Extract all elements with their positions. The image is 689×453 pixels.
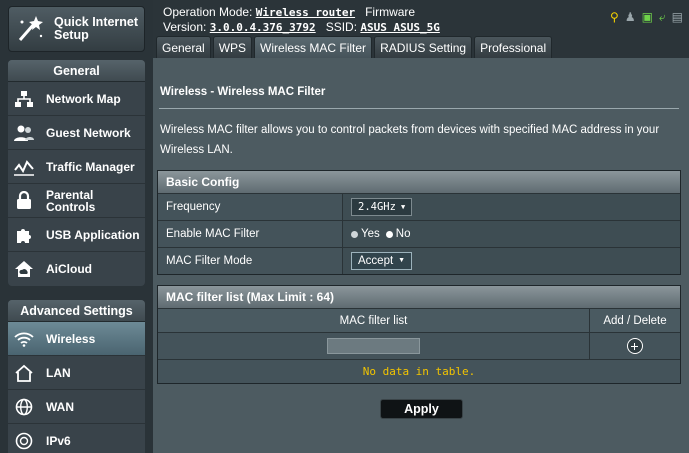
main-content: Wireless - Wireless MAC Filter Wireless … — [153, 58, 689, 453]
general-header: General — [8, 60, 145, 82]
usb-icon[interactable]: ▣ — [642, 10, 653, 25]
tab-general[interactable]: General — [156, 36, 211, 58]
radio-selected-icon — [385, 230, 393, 238]
mac-list-column-headers: MAC filter list Add / Delete — [158, 308, 680, 332]
page-title: Wireless - Wireless MAC Filter — [160, 86, 326, 98]
nav-label: WAN — [46, 399, 74, 414]
nav-wan[interactable]: WAN — [8, 390, 145, 424]
frequency-row: Frequency 2.4GHz ▼ — [158, 193, 680, 220]
dropdown-arrow-icon: ▼ — [400, 203, 406, 211]
mac-filter-mode-row: MAC Filter Mode Accept ▼ — [158, 247, 680, 274]
enable-mac-filter-label: Enable MAC Filter — [158, 221, 343, 247]
mac-filter-mode-value: Accept — [358, 255, 394, 267]
advanced-settings-header: Advanced Settings — [8, 300, 145, 322]
mac-filter-mode-label: MAC Filter Mode — [158, 248, 343, 274]
quick-internet-setup-label: Quick Internet Setup — [54, 15, 139, 42]
key-icon[interactable]: ⚲ — [610, 10, 619, 25]
guest-users-icon — [14, 123, 34, 143]
general-menu: General Network Map Guest Network Traffi… — [8, 60, 145, 286]
internet-arrow-icon[interactable]: ⤶ — [659, 10, 666, 25]
op-mode-label: Operation Mode: — [163, 5, 253, 19]
lock-icon — [14, 191, 34, 211]
nav-label: AiCloud — [46, 262, 92, 276]
dropdown-arrow-icon: ▼ — [398, 257, 406, 264]
nav-ipv6[interactable]: IPv6 — [8, 424, 145, 453]
cloud-house-icon — [14, 259, 34, 279]
ipv6-globe-icon — [14, 431, 34, 451]
advanced-settings-menu: Advanced Settings Wireless LAN WAN IPv6 — [8, 300, 145, 453]
nav-parental-controls[interactable]: Parental Controls — [8, 184, 145, 218]
nav-label: LAN — [46, 365, 71, 380]
enable-mac-filter-row: Enable MAC Filter Yes No — [158, 220, 680, 247]
firmware-label: Firmware — [365, 5, 416, 19]
nav-label: Network Map — [46, 91, 121, 106]
frequency-value: 2.4GHz — [358, 201, 396, 213]
globe-icon — [14, 397, 34, 417]
radio-yes-label: Yes — [361, 228, 380, 240]
mac-address-input[interactable] — [327, 338, 420, 354]
nav-label: Wireless — [46, 331, 96, 346]
wifi-icon — [14, 329, 34, 349]
tab-wireless-mac-filter[interactable]: Wireless MAC Filter — [254, 36, 373, 58]
radio-yes[interactable]: Yes — [351, 228, 380, 240]
radio-no-label: No — [395, 228, 411, 240]
col-mac-filter-list: MAC filter list — [158, 309, 590, 332]
nav-label: Traffic Manager — [46, 159, 135, 174]
empty-table-message: No data in table. — [158, 359, 680, 383]
mac-filter-list-table: MAC filter list (Max Limit : 64) MAC fil… — [157, 285, 681, 384]
nav-usb-application[interactable]: USB Application — [8, 218, 145, 252]
nav-label: USB Application — [46, 227, 140, 242]
nav-lan[interactable]: LAN — [8, 356, 145, 390]
title-divider — [159, 108, 679, 109]
nav-label: IPv6 — [46, 434, 71, 448]
quick-internet-setup-button[interactable]: Quick Internet Setup — [8, 6, 145, 52]
nav-guest-network[interactable]: Guest Network — [8, 116, 145, 150]
version-label: Version: — [163, 20, 207, 34]
op-mode-link[interactable]: Wireless router — [256, 6, 355, 19]
operation-mode-line: Operation Mode: Wireless router Firmware — [163, 5, 415, 19]
tab-radius-setting[interactable]: RADIUS Setting — [374, 36, 473, 58]
add-plus-icon[interactable] — [627, 338, 643, 354]
puzzle-icon — [14, 225, 34, 245]
frequency-label: Frequency — [158, 194, 343, 220]
home-icon — [14, 363, 34, 383]
nav-aicloud[interactable]: AiCloud — [8, 252, 145, 286]
page-description: Wireless MAC filter allows you to contro… — [160, 124, 660, 156]
clients-icon[interactable]: ♟ — [625, 10, 636, 25]
tab-professional[interactable]: Professional — [474, 36, 553, 58]
nav-network-map[interactable]: Network Map — [8, 82, 145, 116]
basic-config-header: Basic Config — [158, 171, 680, 193]
basic-config-table: Basic Config Frequency 2.4GHz ▼ Enable M… — [157, 170, 681, 275]
ssid-value: ASUS ASUS_5G — [360, 21, 440, 34]
network-map-icon — [14, 89, 34, 109]
mac-filter-list-header: MAC filter list (Max Limit : 64) — [158, 286, 680, 308]
mac-entry-row — [158, 332, 680, 359]
radio-no[interactable]: No — [385, 228, 411, 240]
apply-button[interactable]: Apply — [380, 399, 463, 419]
version-ssid-line: Version: 3.0.0.4.376_3792 SSID: ASUS ASU… — [163, 20, 440, 34]
traffic-graph-icon — [14, 157, 34, 177]
nav-label: Parental Controls — [46, 187, 96, 214]
nav-traffic-manager[interactable]: Traffic Manager — [8, 150, 145, 184]
mac-filter-mode-select[interactable]: Accept ▼ — [351, 252, 413, 270]
firmware-version-link[interactable]: 3.0.0.4.376_3792 — [210, 21, 316, 34]
sidebar: Quick Internet Setup General Network Map… — [0, 0, 153, 453]
nav-wireless[interactable]: Wireless — [8, 322, 145, 356]
status-icons: ⚲ ♟ ▣ ⤶ ▤ — [610, 10, 683, 25]
printer-icon[interactable]: ▤ — [672, 10, 683, 25]
tab-wps[interactable]: WPS — [212, 36, 253, 58]
magic-wand-icon — [14, 14, 44, 44]
col-add-delete: Add / Delete — [603, 315, 667, 327]
nav-label: Guest Network — [46, 125, 131, 140]
tab-bar: General WPS Wireless MAC Filter RADIUS S… — [153, 36, 553, 58]
frequency-select[interactable]: 2.4GHz ▼ — [351, 198, 413, 216]
ssid-label: SSID: — [325, 20, 358, 34]
radio-circle-icon — [351, 230, 358, 238]
